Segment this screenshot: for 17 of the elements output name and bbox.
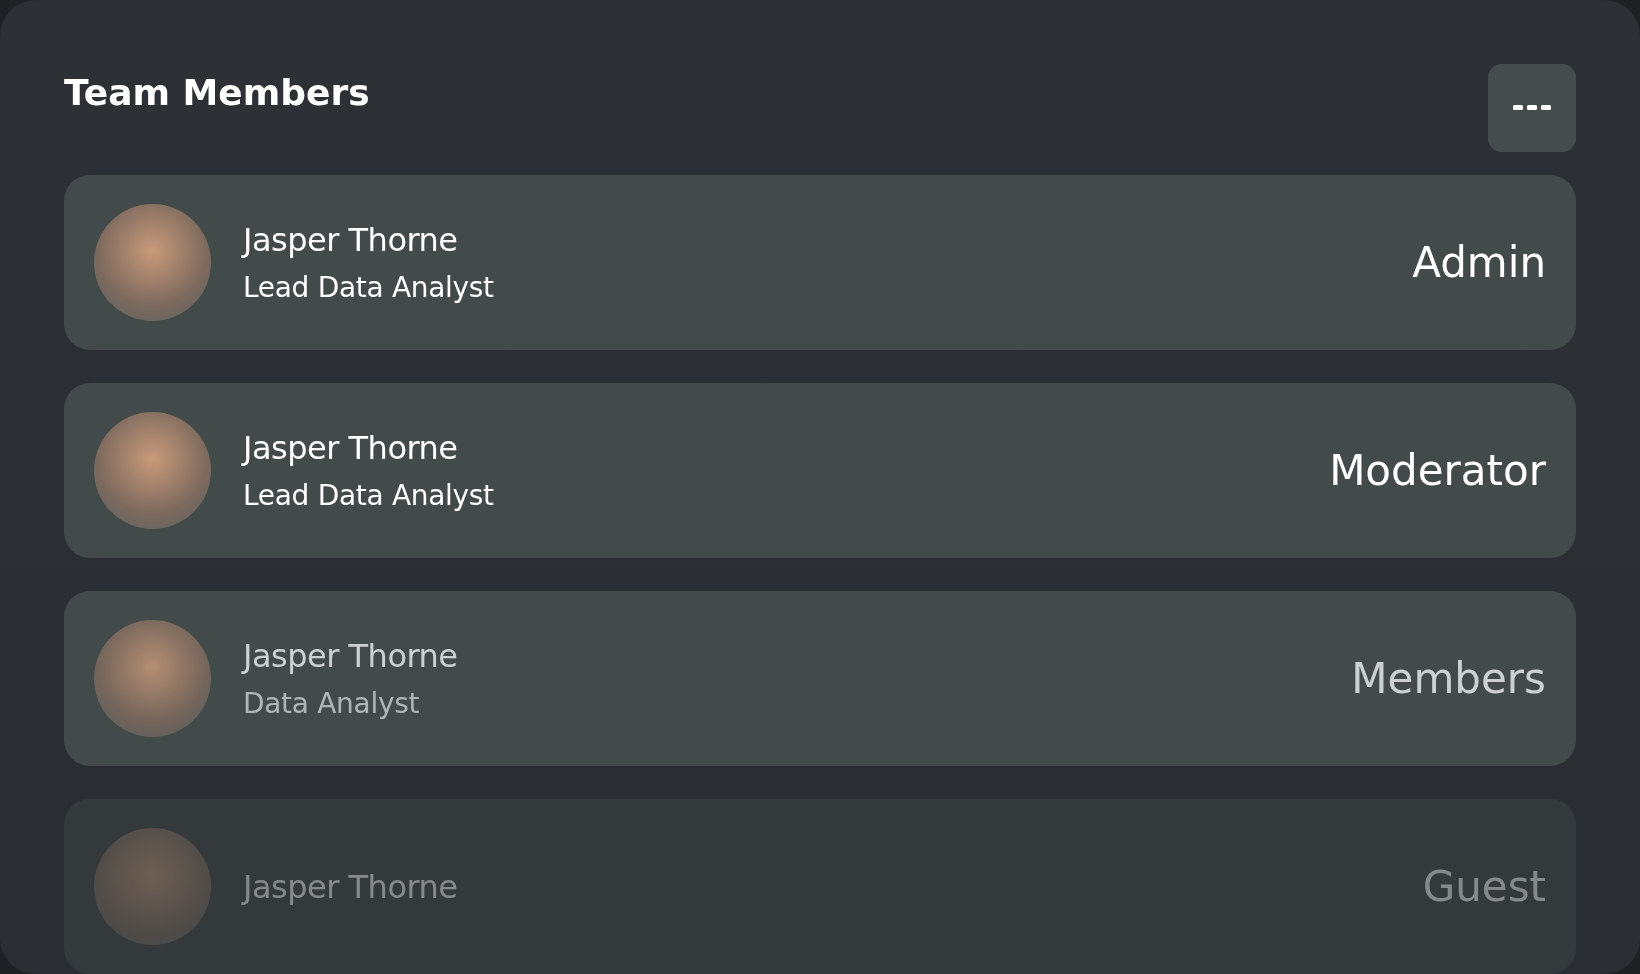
member-position: Lead Data Analyst [243, 479, 494, 512]
dashes-icon [1513, 105, 1551, 111]
member-position: Lead Data Analyst [243, 271, 494, 304]
member-role: Guest [1422, 862, 1546, 911]
member-name: Jasper Thorne [243, 429, 459, 467]
member-role: Moderator [1329, 446, 1546, 495]
member-name: Jasper Thorne [243, 867, 458, 906]
member-card[interactable]: Jasper Thorne Data Analyst Members [64, 591, 1576, 766]
panel-title: Team Members [64, 72, 370, 113]
member-role: Admin [1412, 238, 1546, 287]
member-name: Jasper Thorne [243, 221, 459, 259]
more-button[interactable] [1488, 64, 1576, 152]
member-role: Members [1351, 654, 1546, 703]
member-position: Data Analyst [243, 687, 421, 720]
member-name: Jasper Thorne [243, 637, 458, 675]
member-card[interactable]: Jasper Thorne Lead Data Analyst Moderator [64, 383, 1576, 558]
member-card[interactable]: Jasper Thorne Lead Data Analyst Admin [64, 175, 1576, 350]
